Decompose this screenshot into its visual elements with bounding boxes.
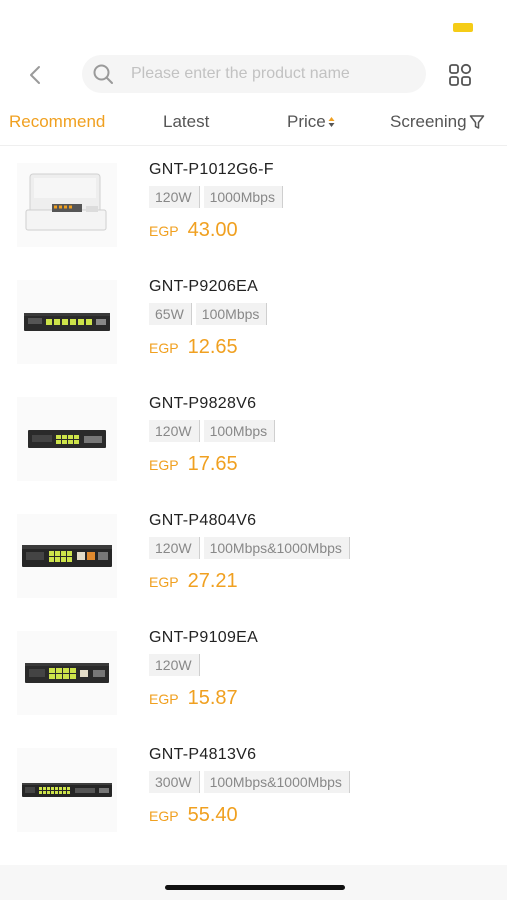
product-item[interactable]: GNT-P9206EA 65W 100Mbps EGP 12.65 bbox=[0, 263, 507, 380]
product-tag: 300W bbox=[149, 771, 200, 793]
product-tag: 120W bbox=[149, 537, 200, 559]
product-item[interactable]: GNT-P1012G6-F 120W 1000Mbps EGP 43.00 bbox=[0, 146, 507, 263]
product-list: GNT-P1012G6-F 120W 1000Mbps EGP 43.00 GN… bbox=[0, 146, 507, 848]
battery-icon bbox=[453, 23, 473, 32]
back-button[interactable] bbox=[22, 61, 48, 89]
sort-arrows-icon bbox=[328, 116, 335, 128]
product-tags: 120W bbox=[149, 654, 204, 676]
product-tag: 120W bbox=[149, 654, 200, 676]
product-name: GNT-P9206EA bbox=[149, 278, 259, 295]
product-name: GNT-P9828V6 bbox=[149, 395, 257, 412]
currency-label: EGP bbox=[149, 223, 179, 239]
product-item[interactable]: GNT-P4813V6 300W 100Mbps&1000Mbps EGP 55… bbox=[0, 731, 507, 848]
currency-label: EGP bbox=[149, 691, 179, 707]
product-tag: 100Mbps bbox=[195, 303, 268, 325]
category-grid-button[interactable] bbox=[446, 61, 474, 89]
currency-label: EGP bbox=[149, 340, 179, 356]
product-image bbox=[17, 631, 117, 715]
search-icon bbox=[91, 62, 115, 86]
product-name: GNT-P1012G6-F bbox=[149, 161, 274, 178]
product-image bbox=[17, 514, 117, 598]
product-image bbox=[17, 163, 117, 247]
product-image bbox=[17, 397, 117, 481]
tab-latest[interactable]: Latest bbox=[163, 108, 209, 136]
product-price: EGP 55.40 bbox=[149, 804, 238, 827]
product-tag: 120W bbox=[149, 186, 200, 208]
chevron-left-icon bbox=[30, 66, 40, 84]
product-tags: 120W 100Mbps&1000Mbps bbox=[149, 537, 354, 559]
product-tag: 100Mbps&1000Mbps bbox=[203, 537, 350, 559]
tab-label: Latest bbox=[163, 112, 210, 131]
product-name: GNT-P9109EA bbox=[149, 629, 259, 646]
product-tags: 120W 100Mbps bbox=[149, 420, 279, 442]
product-image bbox=[17, 280, 117, 364]
product-name: GNT-P4804V6 bbox=[149, 512, 257, 529]
currency-label: EGP bbox=[149, 457, 179, 473]
product-tag: 1000Mbps bbox=[203, 186, 283, 208]
price-value: 55.40 bbox=[187, 804, 238, 826]
product-image bbox=[17, 748, 117, 832]
product-price: EGP 15.87 bbox=[149, 687, 238, 710]
product-price: EGP 27.21 bbox=[149, 570, 238, 593]
price-value: 17.65 bbox=[187, 453, 238, 475]
search-bar bbox=[0, 55, 507, 95]
search-input[interactable] bbox=[129, 64, 413, 84]
product-price: EGP 17.65 bbox=[149, 453, 238, 476]
tab-price[interactable]: Price bbox=[287, 108, 335, 136]
product-tag: 100Mbps&1000Mbps bbox=[203, 771, 350, 793]
product-item[interactable]: GNT-P4804V6 120W 100Mbps&1000Mbps EGP 27… bbox=[0, 497, 507, 614]
filter-icon bbox=[469, 114, 485, 130]
tab-label: Price bbox=[287, 112, 326, 131]
product-tags: 65W 100Mbps bbox=[149, 303, 271, 325]
price-value: 15.87 bbox=[187, 687, 238, 709]
product-tags: 300W 100Mbps&1000Mbps bbox=[149, 771, 354, 793]
sort-tabs: Recommend Latest Price Screening bbox=[0, 108, 507, 138]
tab-label: Screening bbox=[390, 112, 467, 131]
product-price: EGP 43.00 bbox=[149, 219, 238, 242]
product-price: EGP 12.65 bbox=[149, 336, 238, 359]
home-indicator[interactable] bbox=[165, 885, 345, 890]
price-value: 27.21 bbox=[187, 570, 238, 592]
price-value: 43.00 bbox=[187, 219, 238, 241]
product-item[interactable]: GNT-P9109EA 120W EGP 15.87 bbox=[0, 614, 507, 731]
product-tags: 120W 1000Mbps bbox=[149, 186, 287, 208]
product-tag: 120W bbox=[149, 420, 200, 442]
tab-screening[interactable]: Screening bbox=[390, 108, 485, 136]
tab-label: Recommend bbox=[9, 112, 106, 131]
currency-label: EGP bbox=[149, 574, 179, 590]
product-tag: 100Mbps bbox=[203, 420, 276, 442]
tab-recommend[interactable]: Recommend bbox=[9, 108, 105, 136]
grid-icon bbox=[449, 63, 472, 86]
product-item[interactable]: GNT-P9828V6 120W 100Mbps EGP 17.65 bbox=[0, 380, 507, 497]
price-value: 12.65 bbox=[187, 336, 238, 358]
currency-label: EGP bbox=[149, 808, 179, 824]
product-name: GNT-P4813V6 bbox=[149, 746, 257, 763]
search-box[interactable] bbox=[82, 55, 426, 93]
bottom-safe-area bbox=[0, 865, 507, 900]
product-tag: 65W bbox=[149, 303, 192, 325]
